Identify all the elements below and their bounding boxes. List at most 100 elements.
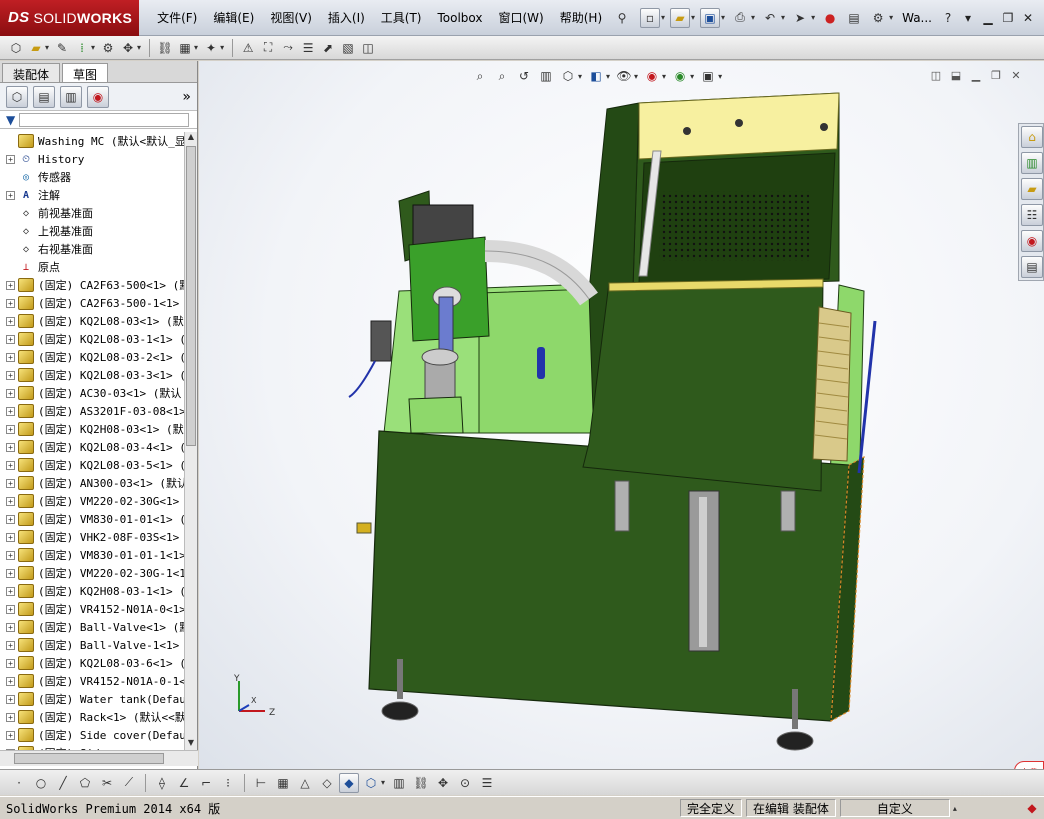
bill-of-materials-icon[interactable]: ☰ <box>299 39 317 57</box>
polygon-icon[interactable]: ⬠ <box>75 773 95 793</box>
expand-icon[interactable]: + <box>6 586 15 596</box>
trim-icon[interactable]: ✂ <box>97 773 117 793</box>
expand-icon[interactable]: + <box>6 388 15 398</box>
help-dropdown-icon[interactable]: ▾ <box>958 9 978 27</box>
tree-item-component[interactable]: + (固定) Ball-Valve-1<1> <box>0 636 184 654</box>
expand-icon[interactable]: + <box>6 316 15 326</box>
expand-icon[interactable]: + <box>6 622 15 632</box>
expand-icon[interactable]: + <box>6 298 15 308</box>
print-icon[interactable]: ⎙ <box>730 8 750 28</box>
filter-input[interactable] <box>19 112 190 127</box>
expand-icon[interactable]: + <box>6 442 15 452</box>
expand-icon[interactable]: + <box>6 460 15 470</box>
menu-item-2[interactable]: 视图(V) <box>262 0 320 36</box>
appearance-icon[interactable]: ◉ <box>87 85 109 108</box>
tree-item-component[interactable]: + (固定) VHK2-08F-03S<1> <box>0 528 184 546</box>
tree-item-component[interactable]: + (固定) KQ2L08-03-4<1> ( <box>0 438 184 456</box>
expand-icon[interactable]: + <box>6 712 15 722</box>
cube-icon[interactable]: ◇ <box>317 773 337 793</box>
instant3d-icon[interactable]: ⬈ <box>319 39 337 57</box>
line-icon[interactable]: ╱ <box>53 773 73 793</box>
mate-reference-icon[interactable]: ⛓ <box>411 773 431 793</box>
tree-item-component[interactable]: + (固定) KQ2L08-03-6<1> ( <box>0 654 184 672</box>
display-pane-icon[interactable]: ◫ <box>359 39 377 57</box>
expand-icon[interactable]: + <box>6 550 15 560</box>
mate-icon[interactable]: ⛓ <box>156 39 174 57</box>
custom-properties-icon[interactable]: ▤ <box>1021 256 1043 278</box>
insert-component-icon[interactable]: ⬡ <box>7 39 25 57</box>
tree-item-component[interactable]: + (固定) KQ2H08-03-1<1> ( <box>0 582 184 600</box>
tree-item-component[interactable]: + (固定) Rack<1> (默认<<默 <box>0 708 184 726</box>
filter-icon[interactable]: ▼ <box>6 113 15 127</box>
interference-detection-icon[interactable]: ⚠ <box>239 39 257 57</box>
tree-item-component[interactable]: + (固定) CA2F63-500-1<1> <box>0 294 184 312</box>
linear-pattern-icon[interactable]: ⁞ <box>73 39 91 57</box>
expand-icon[interactable]: + <box>6 514 15 524</box>
tree-item-component[interactable]: + (固定) CA2F63-500<1> (默 <box>0 276 184 294</box>
expand-icon[interactable]: + <box>6 280 15 290</box>
tree-item-fixed[interactable]: ◇ 上视基准面 <box>0 222 184 240</box>
tree-item-component[interactable]: + (固定) VM220-02-30G-1<1 <box>0 564 184 582</box>
menu-item-6[interactable]: 窗口(W) <box>491 0 552 36</box>
expand-icon[interactable]: + <box>6 568 15 578</box>
tree-item-component[interactable]: + (固定) KQ2H08-03<1> (默 <box>0 420 184 438</box>
move-component-icon[interactable]: ✥ <box>119 39 137 57</box>
explode-view-icon[interactable]: ⛶ <box>259 39 277 57</box>
dimension-icon[interactable]: ⊢ <box>251 773 271 793</box>
design-library-icon[interactable]: ▥ <box>1021 152 1043 174</box>
tree-item-component[interactable]: + (固定) Ball-Valve<1> (默 <box>0 618 184 636</box>
tree-item-component[interactable]: + (固定) AN300-03<1> (默认 <box>0 474 184 492</box>
offset-icon[interactable]: ∠ <box>174 773 194 793</box>
tree-root-assembly[interactable]: Washing MC (默认<默认_显示 <box>0 132 184 150</box>
expand-icon[interactable]: + <box>6 334 15 344</box>
explode-line-sketch-icon[interactable]: ⤳ <box>279 39 297 57</box>
assembly-features-icon[interactable]: ▦ <box>176 39 194 57</box>
expand-icon[interactable]: + <box>6 532 15 542</box>
tree-item-component[interactable]: + (固定) VR4152-N01A-0<1> <box>0 600 184 618</box>
home-icon[interactable]: ⌂ <box>1021 126 1043 148</box>
expand-icon[interactable]: + <box>6 640 15 650</box>
appearances-scenes-icon[interactable]: ◉ <box>1021 230 1043 252</box>
tree-item-component[interactable]: + (固定) KQ2L08-03<1> (默 <box>0 312 184 330</box>
options-icon[interactable]: ⚙ <box>868 8 888 28</box>
expand-icon[interactable]: + <box>6 730 15 740</box>
section-icon[interactable]: ▥ <box>389 773 409 793</box>
snapshot-icon[interactable]: ▧ <box>339 39 357 57</box>
table-icon[interactable]: ☰ <box>477 773 497 793</box>
configuration-manager-icon[interactable]: ▥ <box>60 85 82 108</box>
file-explorer-icon[interactable]: ▰ <box>1021 178 1043 200</box>
expand-icon[interactable]: + <box>6 676 15 686</box>
expand-icon[interactable]: + <box>6 154 15 164</box>
washing-machine-model[interactable] <box>199 61 1019 769</box>
hide-components-icon[interactable]: ⊙ <box>455 773 475 793</box>
edit-component-icon[interactable]: ✎ <box>53 39 71 57</box>
tree-item-fixed[interactable]: ◇ 右视基准面 <box>0 240 184 258</box>
tree-item-component[interactable]: + (固定) AS3201F-03-08<1> <box>0 402 184 420</box>
expand-icon[interactable]: + <box>6 352 15 362</box>
circle-icon[interactable]: ○ <box>31 773 51 793</box>
new-document-icon[interactable]: ▫ <box>639 7 660 28</box>
scroll-up-icon[interactable]: ▲ <box>186 132 196 144</box>
undo-icon[interactable]: ↶ <box>760 8 780 28</box>
solidworks-logo[interactable]: DS SOLID WORKS <box>0 0 140 36</box>
menu-item-5[interactable]: Toolbox <box>430 0 491 36</box>
point-icon[interactable]: · <box>9 773 29 793</box>
tree-item-component[interactable]: + (固定) Water tank(Defau <box>0 690 184 708</box>
units-dropdown-icon[interactable]: ▴ <box>953 804 957 813</box>
smart-fasteners-icon[interactable]: ⚙ <box>99 39 117 57</box>
tree-item-fixed[interactable]: + ⏲ History <box>0 150 184 168</box>
feature-tree-icon[interactable]: ⬡ <box>6 85 28 108</box>
tree-item-fixed[interactable]: ⊥ 原点 <box>0 258 184 276</box>
expand-icon[interactable]: + <box>6 478 15 488</box>
expand-icon[interactable]: + <box>6 604 15 614</box>
tree-item-component[interactable]: + (固定) AC30-03<1> (默认 <box>0 384 184 402</box>
graphics-area[interactable]: ⌕ ⌕ ↺ ▥ ⬡ ▾ ◧ ▾ 👁 ▾ ◉ ▾ ◉ ▾ ▣ ▾ ◫ ⬓ ▁ ❐ ✕ <box>199 61 1044 783</box>
tree-horizontal-scrollbar[interactable] <box>0 750 198 766</box>
tree-item-fixed[interactable]: ◎ 传感器 <box>0 168 184 186</box>
scroll-thumb[interactable] <box>186 146 196 446</box>
tree-item-component[interactable]: + (固定) VR4152-N01A-0-1< <box>0 672 184 690</box>
menu-item-3[interactable]: 插入(I) <box>320 0 373 36</box>
triangle-icon[interactable]: △ <box>295 773 315 793</box>
expand-icon[interactable]: + <box>6 496 15 506</box>
grid-icon[interactable]: ▦ <box>273 773 293 793</box>
